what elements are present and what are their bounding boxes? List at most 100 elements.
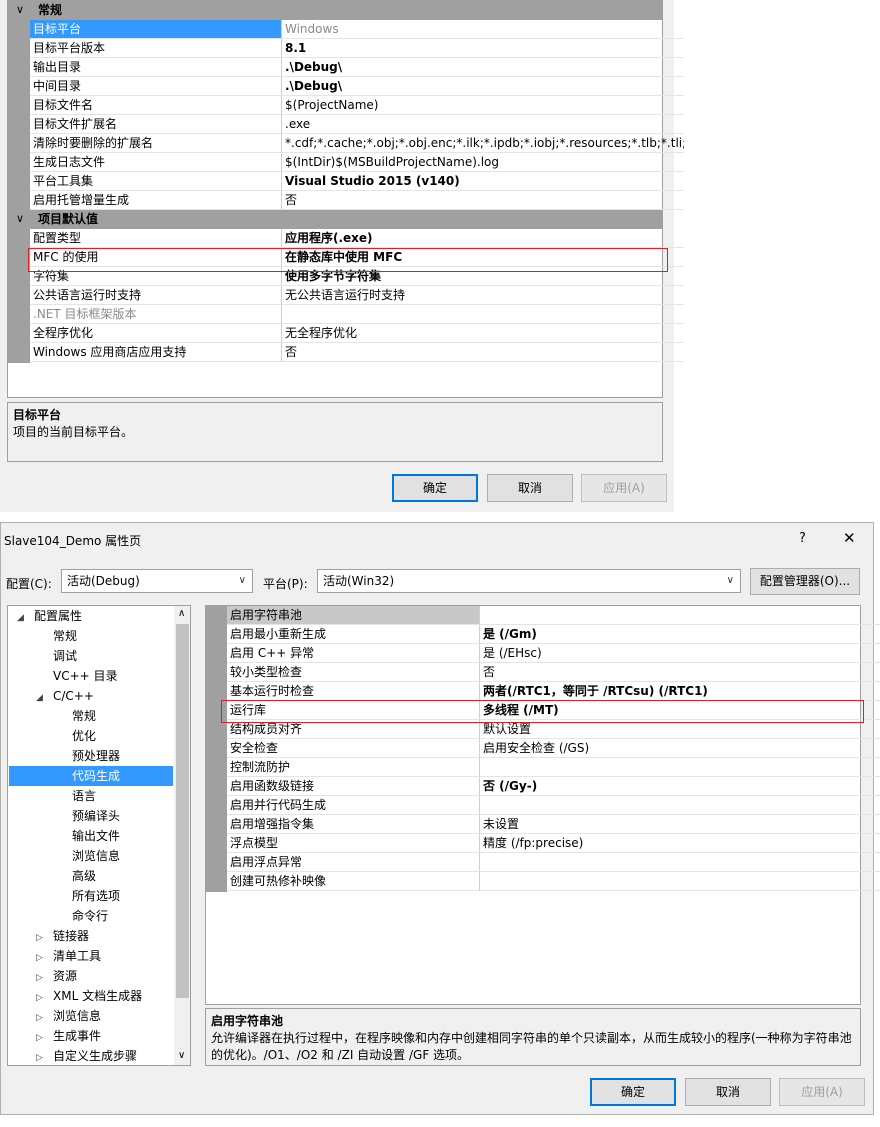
property-value[interactable]: 8.1 [281, 39, 684, 58]
collapse-icon[interactable]: ◢ [17, 608, 29, 628]
property-name[interactable]: 全程序优化 [30, 324, 281, 343]
property-value[interactable]: *.cdf;*.cache;*.obj;*.obj.enc;*.ilk;*.ip… [281, 134, 684, 153]
property-value[interactable]: $(ProjectName) [281, 96, 684, 115]
property-row[interactable]: 目标文件名 $(ProjectName) [30, 96, 684, 115]
expand-icon[interactable]: ▷ [36, 948, 48, 968]
property-value[interactable]: .\Debug\ [281, 77, 684, 96]
property-row[interactable]: 启用增强指令集 未设置 [227, 815, 880, 834]
property-value[interactable]: 无公共语言运行时支持 [281, 286, 684, 305]
close-icon[interactable]: ✕ [843, 529, 856, 547]
apply-button[interactable]: 应用(A) [779, 1078, 865, 1106]
property-row[interactable]: 目标平台 Windows [30, 20, 684, 39]
property-value[interactable] [479, 606, 880, 625]
property-row[interactable]: 浮点模型 精度 (/fp:precise) [227, 834, 880, 853]
property-name[interactable]: 生成日志文件 [30, 153, 281, 172]
property-row[interactable]: 安全检查 启用安全检查 (/GS) [227, 739, 880, 758]
property-row[interactable]: 目标平台版本 8.1 [30, 39, 684, 58]
property-name[interactable]: 启用增强指令集 [227, 815, 479, 834]
property-value[interactable]: 精度 (/fp:precise) [479, 834, 880, 853]
property-name[interactable]: 浮点模型 [227, 834, 479, 853]
property-name[interactable]: .NET 目标框架版本 [30, 305, 281, 324]
property-row[interactable]: 启用字符串池 [227, 606, 880, 625]
cancel-button[interactable]: 取消 [487, 474, 573, 502]
scroll-down-icon[interactable]: ∨ [178, 1050, 185, 1061]
property-value[interactable]: 无全程序优化 [281, 324, 684, 343]
property-value[interactable]: .\Debug\ [281, 58, 684, 77]
apply-button[interactable]: 应用(A) [581, 474, 667, 502]
property-row[interactable]: 全程序优化 无全程序优化 [30, 324, 684, 343]
property-name[interactable]: 启用浮点异常 [227, 853, 479, 872]
tree-item[interactable]: 输出文件 [9, 826, 173, 846]
property-value[interactable]: Visual Studio 2015 (v140) [281, 172, 684, 191]
tree-item[interactable]: 常规 [9, 706, 173, 726]
tree-item[interactable]: 高级 [9, 866, 173, 886]
expand-icon[interactable]: ▷ [36, 968, 48, 988]
tree-item[interactable]: 预处理器 [9, 746, 173, 766]
ok-button[interactable]: 确定 [590, 1078, 676, 1106]
property-value[interactable]: 否 (/Gy-) [479, 777, 880, 796]
property-name[interactable]: 输出目录 [30, 58, 281, 77]
expand-icon[interactable]: ▷ [36, 988, 48, 1008]
property-name[interactable]: 配置类型 [30, 229, 281, 248]
scroll-up-icon[interactable]: ∧ [178, 608, 185, 619]
collapse-icon[interactable]: ◢ [36, 688, 48, 708]
cancel-button[interactable]: 取消 [685, 1078, 771, 1106]
property-row[interactable]: 启用最小重新生成是 (/Gm) [227, 625, 880, 644]
tree-item[interactable]: 浏览信息 [9, 846, 173, 866]
tree-item[interactable]: 代码生成 [9, 766, 173, 786]
property-row[interactable]: 创建可热修补映像 [227, 872, 880, 891]
property-name[interactable]: 清除时要删除的扩展名 [30, 134, 281, 153]
property-value[interactable] [479, 758, 880, 777]
property-row[interactable]: 控制流防护 [227, 758, 880, 777]
category-header[interactable]: ∨ 项目默认值 [8, 210, 663, 229]
property-value[interactable]: 应用程序(.exe) [281, 229, 684, 248]
tree-item[interactable]: 所有选项 [9, 886, 173, 906]
property-name[interactable]: 启用函数级链接 [227, 777, 479, 796]
tree-item[interactable]: ▷ 生成事件 [9, 1026, 173, 1046]
tree-item[interactable]: 命令行 [9, 906, 173, 926]
tree-item[interactable]: ▷ 清单工具 [9, 946, 173, 966]
property-row[interactable]: 目标文件扩展名 .exe [30, 115, 684, 134]
tree-item[interactable]: ▷ 自定义生成步骤 [9, 1046, 173, 1065]
property-name[interactable]: 目标平台版本 [30, 39, 281, 58]
property-row[interactable]: 生成日志文件 $(IntDir)$(MSBuildProjectName).log [30, 153, 684, 172]
property-row[interactable]: 配置类型 应用程序(.exe) [30, 229, 684, 248]
property-name[interactable]: 平台工具集 [30, 172, 281, 191]
tree-item[interactable]: ▷ 资源 [9, 966, 173, 986]
property-name[interactable]: 启用 C++ 异常 [227, 644, 479, 663]
tree-scrollbar[interactable]: ∧ ∨ [174, 606, 190, 1065]
property-row[interactable]: 较小类型检查否 [227, 663, 880, 682]
property-name[interactable]: Windows 应用商店应用支持 [30, 343, 281, 362]
property-name[interactable]: 启用并行代码生成 [227, 796, 479, 815]
property-value[interactable]: .exe [281, 115, 684, 134]
property-row[interactable]: 清除时要删除的扩展名 *.cdf;*.cache;*.obj;*.obj.enc;… [30, 134, 684, 153]
property-name[interactable]: 创建可热修补映像 [227, 872, 479, 891]
property-row[interactable]: 平台工具集 Visual Studio 2015 (v140) [30, 172, 684, 191]
property-value[interactable] [479, 872, 880, 891]
tree-item[interactable]: 优化 [9, 726, 173, 746]
property-row[interactable]: 启用浮点异常 [227, 853, 880, 872]
property-row[interactable]: .NET 目标框架版本 [30, 305, 684, 324]
expand-icon[interactable]: ▷ [36, 1028, 48, 1048]
property-value[interactable] [281, 305, 684, 324]
tree-item[interactable]: ▷ 链接器 [9, 926, 173, 946]
property-value[interactable]: 启用安全检查 (/GS) [479, 739, 880, 758]
property-row[interactable]: 启用托管增量生成否 [30, 191, 684, 210]
tree-item[interactable]: VC++ 目录 [9, 666, 173, 686]
expand-icon[interactable]: ▷ [36, 1008, 48, 1028]
property-name[interactable]: 目标平台 [30, 20, 281, 39]
property-row[interactable]: 启用 C++ 异常是 (/EHsc) [227, 644, 880, 663]
chevron-down-icon[interactable]: ∨ [16, 210, 24, 228]
property-name[interactable]: 公共语言运行时支持 [30, 286, 281, 305]
tree-item[interactable]: 常规 [9, 626, 173, 646]
property-value[interactable]: 否 [479, 663, 880, 682]
property-name[interactable]: 目标文件扩展名 [30, 115, 281, 134]
ok-button[interactable]: 确定 [392, 474, 478, 502]
property-value[interactable] [479, 796, 880, 815]
property-value[interactable]: $(IntDir)$(MSBuildProjectName).log [281, 153, 684, 172]
expand-icon[interactable]: ▷ [36, 1048, 48, 1065]
property-row[interactable]: 公共语言运行时支持 无公共语言运行时支持 [30, 286, 684, 305]
tree-item[interactable]: ◢ C/C++ [9, 686, 173, 706]
property-value[interactable]: 是 (/Gm) [479, 625, 880, 644]
tree-item[interactable]: ▷ 浏览信息 [9, 1006, 173, 1026]
